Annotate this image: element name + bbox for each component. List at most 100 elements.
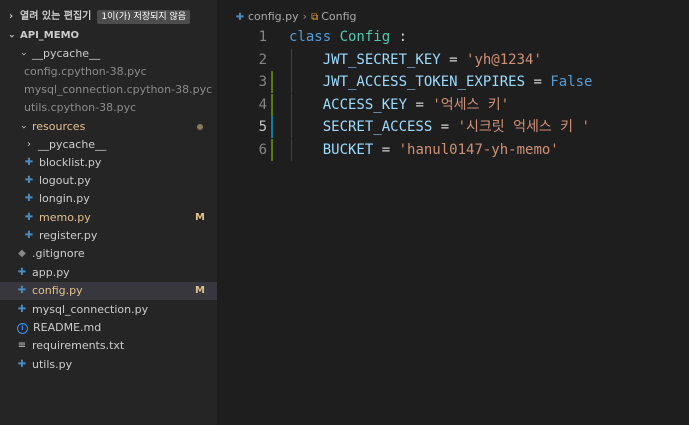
- code-token: '억세스 키': [432, 96, 510, 113]
- code-line[interactable]: 1 class Config :: [217, 26, 689, 48]
- code-line[interactable]: 2 JWT_SECRET_KEY = 'yh@1234': [217, 48, 689, 71]
- tree-file[interactable]: ✚ logout.py: [0, 172, 217, 190]
- tree-item-label: requirements.txt: [32, 339, 125, 352]
- line-number: 1: [258, 29, 267, 45]
- tree-item-label: config.py: [32, 284, 83, 297]
- class-symbol-icon: ⧉: [311, 12, 319, 23]
- project-folder-header[interactable]: › API_MEMO: [0, 27, 217, 45]
- line-number: 4: [258, 96, 267, 113]
- code-token: class: [289, 29, 340, 45]
- tree-file[interactable]: utils.cpython-38.pyc: [0, 99, 217, 117]
- tree-item-content: i README.md: [17, 319, 101, 337]
- tree-item-label: utils.cpython-38.pyc: [24, 101, 137, 114]
- tree-item-content: ✚ memo.py: [24, 209, 91, 227]
- tree-folder[interactable]: › __pycache__: [0, 136, 217, 154]
- code-token: JWT_ACCESS_TOKEN_EXPIRES: [289, 74, 526, 91]
- code-token: ACCESS_KEY: [289, 96, 408, 113]
- text-file-icon: ≡: [17, 340, 27, 351]
- chevron-right-icon: ›: [27, 139, 31, 150]
- tree-item-content: __pycache__: [38, 136, 106, 154]
- git-file-icon: ◆: [18, 248, 26, 259]
- tree-item-label: __pycache__: [32, 47, 101, 60]
- code-token: :: [390, 29, 408, 45]
- tree-item-label: memo.py: [39, 211, 91, 224]
- code-line[interactable]: 5 SECRET_ACCESS = '시크릿 억세스 키 ': [217, 116, 689, 139]
- code-token: SECRET_ACCESS: [289, 119, 433, 136]
- python-file-icon: ✚: [24, 193, 34, 204]
- tree-item-content: ✚ blocklist.py: [24, 154, 102, 172]
- tree-item-content: __pycache__: [32, 45, 100, 63]
- tree-item-label: __pycache__: [38, 138, 107, 151]
- tree-item-content: ✚ config.py: [17, 282, 83, 300]
- python-file-icon: ✚: [24, 212, 34, 223]
- breadcrumb-symbol[interactable]: Config: [321, 10, 356, 23]
- tree-item-label: config.cpython-38.pyc: [24, 65, 147, 78]
- code-token: '시크릿 억세스 키 ': [457, 119, 590, 136]
- breadcrumb-file[interactable]: config.py: [248, 10, 299, 23]
- line-number: 6: [258, 142, 267, 158]
- tree-file[interactable]: ✚ blocklist.py: [0, 154, 217, 172]
- tree-folder[interactable]: › __pycache__: [0, 45, 217, 63]
- code-text: SECRET_ACCESS = '시크릿 억세스 키 ': [289, 116, 590, 138]
- tree-item-label: mysql_connection.py: [32, 303, 149, 316]
- chevron-down-icon: ›: [6, 33, 17, 39]
- tree-file[interactable]: ✚ register.py: [0, 227, 217, 245]
- code-line[interactable]: 4 ACCESS_KEY = '억세스 키': [217, 93, 689, 116]
- tree-file[interactable]: ✚ config.py M: [0, 282, 217, 300]
- tree-item-content: ≡ requirements.txt: [17, 337, 124, 355]
- code-text: class Config :: [289, 26, 407, 48]
- tree-item-label: blocklist.py: [39, 156, 102, 169]
- tree-item-content: resources: [32, 118, 85, 136]
- tree-file[interactable]: ≡ requirements.txt: [0, 337, 217, 355]
- git-change-marker: [271, 116, 273, 139]
- python-file-icon: ✚: [24, 157, 34, 168]
- line-number: 2: [258, 51, 267, 68]
- tree-file[interactable]: mysql_connection.cpython-38.pyc: [0, 81, 217, 99]
- git-change-marker: [271, 71, 273, 94]
- code-text: JWT_ACCESS_TOKEN_EXPIRES = False: [289, 71, 593, 93]
- open-editors-label: 열려 있는 편집기: [20, 11, 92, 22]
- chevron-down-icon: ›: [18, 52, 29, 56]
- tree-file[interactable]: i README.md: [0, 319, 217, 337]
- python-file-icon: ✚: [17, 304, 27, 315]
- python-file-icon: ✚: [24, 175, 34, 186]
- tree-item-content: ✚ mysql_connection.py: [17, 301, 148, 319]
- code-text: ACCESS_KEY = '억세스 키': [289, 94, 509, 116]
- tree-item-content: ✚ register.py: [24, 227, 98, 245]
- line-number: 3: [258, 74, 267, 91]
- tree-file[interactable]: config.cpython-38.pyc: [0, 63, 217, 81]
- python-file-icon: ✚: [235, 12, 245, 23]
- tree-item-content: ✚ utils.py: [17, 356, 72, 374]
- code-token: BUCKET: [289, 142, 374, 158]
- code-token: =: [432, 119, 458, 136]
- tree-folder[interactable]: › resources: [0, 118, 217, 136]
- code-token: Config: [339, 29, 391, 45]
- python-file-icon: ✚: [17, 285, 27, 296]
- code-token: =: [525, 74, 551, 91]
- chevron-down-icon: ›: [18, 125, 29, 129]
- chevron-right-icon: ›: [8, 11, 14, 22]
- open-editors-header[interactable]: › 열려 있는 편집기 1이(가) 저장되지 않음: [0, 8, 217, 26]
- tree-file[interactable]: ✚ utils.py: [0, 356, 217, 374]
- tree-file[interactable]: ✚ memo.py M: [0, 209, 217, 227]
- code-token: =: [440, 51, 467, 68]
- modified-dot-icon: [197, 124, 203, 130]
- tree-item-content: config.cpython-38.pyc: [24, 63, 147, 81]
- code-text: JWT_SECRET_KEY = 'yh@1234': [289, 49, 542, 71]
- git-change-marker: [271, 93, 273, 116]
- tree-file[interactable]: ◆ .gitignore: [0, 245, 217, 263]
- tree-item-content: utils.cpython-38.pyc: [24, 99, 136, 117]
- info-icon: i: [17, 322, 28, 334]
- code-editor[interactable]: ✚ config.py › ⧉ Config 1 class Config :2 JWT_…: [217, 0, 689, 425]
- code-line[interactable]: 3 JWT_ACCESS_TOKEN_EXPIRES = False: [217, 71, 689, 94]
- explorer-sidebar: › 열려 있는 편집기 1이(가) 저장되지 않음 › API_MEMO › __…: [0, 0, 217, 425]
- python-file-icon: ✚: [24, 230, 34, 241]
- tree-file[interactable]: ✚ mysql_connection.py: [0, 301, 217, 319]
- unsaved-count-badge: 1이(가) 저장되지 않음: [97, 10, 191, 24]
- tree-file[interactable]: ✚ app.py: [0, 264, 217, 282]
- code-token: 'yh@1234': [466, 51, 542, 68]
- tree-item-content: ✚ longin.py: [24, 190, 90, 208]
- tree-file[interactable]: ✚ longin.py: [0, 190, 217, 208]
- python-file-icon: ✚: [17, 359, 27, 370]
- code-line[interactable]: 6 BUCKET = 'hanul0147-yh-memo': [217, 139, 689, 161]
